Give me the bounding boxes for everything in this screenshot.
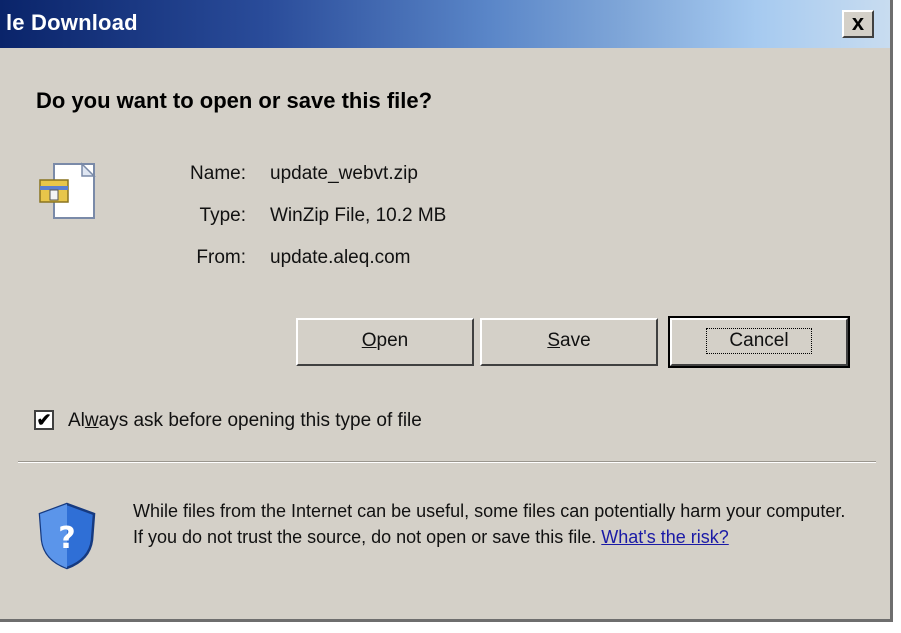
open-mnemonic: O <box>361 330 377 351</box>
cancel-button[interactable]: Cancel <box>668 316 850 368</box>
save-button-rest: ave <box>560 330 591 351</box>
always-ask-label-pre: Al <box>68 410 85 431</box>
file-type-label: Type: <box>199 205 246 226</box>
title-bar[interactable]: le Download x <box>0 0 890 48</box>
window-title: le Download <box>6 10 138 35</box>
whats-the-risk-link[interactable]: What's the risk? <box>601 527 728 547</box>
file-from-value: update.aleq.com <box>270 247 411 268</box>
open-button[interactable]: Open <box>296 318 474 366</box>
separator <box>18 461 876 463</box>
close-button[interactable]: x <box>842 10 874 38</box>
close-icon: x <box>851 10 865 35</box>
file-download-dialog: le Download x Do you want to open or sav… <box>0 0 893 622</box>
always-ask-checkbox[interactable]: ✔ <box>34 410 54 430</box>
warning-text: While files from the Internet can be use… <box>133 501 846 547</box>
save-button[interactable]: Save <box>480 318 658 366</box>
svg-text:?: ? <box>58 521 75 556</box>
always-ask-label[interactable]: Always ask before opening this type of f… <box>68 410 422 432</box>
always-ask-label-post: ays ask before opening this type of file <box>98 410 422 431</box>
file-from-label: From: <box>196 247 246 268</box>
open-button-rest: pen <box>376 330 409 351</box>
cancel-label: Cancel <box>706 328 812 354</box>
check-icon: ✔ <box>36 410 52 430</box>
always-ask-mnemonic: w <box>84 410 99 431</box>
shield-question-icon: ? <box>38 502 96 570</box>
file-name-label: Name: <box>190 163 246 184</box>
file-type-value: WinZip File, 10.2 MB <box>270 205 447 226</box>
dialog-question: Do you want to open or save this file? <box>36 88 433 113</box>
file-name-value: update_webvt.zip <box>270 163 418 184</box>
security-warning: While files from the Internet can be use… <box>133 498 853 550</box>
save-mnemonic: S <box>547 330 561 351</box>
zip-file-icon <box>39 162 96 219</box>
